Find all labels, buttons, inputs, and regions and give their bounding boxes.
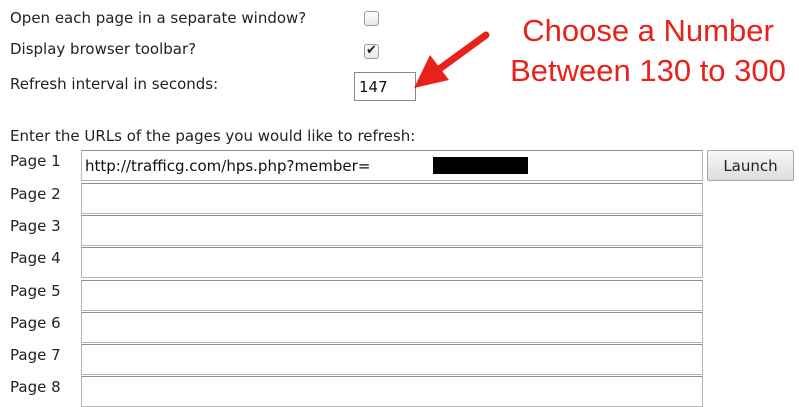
launch-button[interactable]: Launch xyxy=(707,150,794,181)
arrow-icon xyxy=(414,31,490,88)
page-2-url-input[interactable] xyxy=(81,183,703,214)
page-7-url-input[interactable] xyxy=(81,344,703,375)
page-3-url-input[interactable] xyxy=(81,215,703,246)
page-6-label: Page 6 xyxy=(10,314,61,332)
page-1-label: Page 1 xyxy=(10,152,61,170)
page-3-label: Page 3 xyxy=(10,217,61,235)
redaction-bar xyxy=(433,157,528,174)
callout-line-2: Between 130 to 300 xyxy=(510,53,786,88)
page-2-label: Page 2 xyxy=(10,185,61,203)
toolbar-label: Display browser toolbar? xyxy=(10,40,197,58)
checkmark-icon: ✔ xyxy=(366,43,377,58)
separate-window-checkbox[interactable] xyxy=(364,11,379,26)
refresh-interval-label: Refresh interval in seconds: xyxy=(10,75,219,93)
toolbar-checkbox[interactable]: ✔ xyxy=(364,43,379,59)
page-1-url-input[interactable] xyxy=(81,150,703,181)
page-4-url-input[interactable] xyxy=(81,247,703,278)
page-8-label: Page 8 xyxy=(10,378,61,396)
page-6-url-input[interactable] xyxy=(81,312,703,343)
page-5-url-input[interactable] xyxy=(81,280,703,311)
page-5-label: Page 5 xyxy=(10,282,61,300)
page-4-label: Page 4 xyxy=(10,249,61,267)
separate-window-label: Open each page in a separate window? xyxy=(10,9,307,27)
urls-heading: Enter the URLs of the pages you would li… xyxy=(10,127,416,145)
page-7-label: Page 7 xyxy=(10,346,61,364)
page-8-url-input[interactable] xyxy=(81,376,703,407)
callout-line-1: Choose a Number xyxy=(522,13,774,48)
